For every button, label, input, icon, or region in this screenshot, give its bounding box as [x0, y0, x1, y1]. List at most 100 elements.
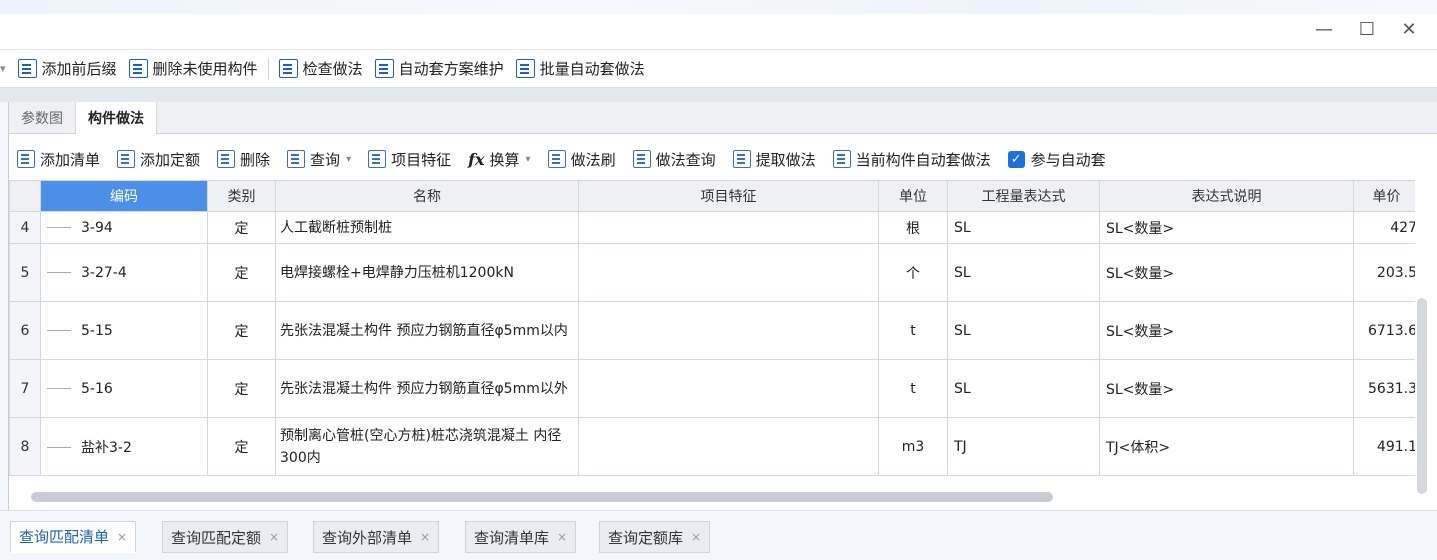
chevron-down-icon[interactable]: ▾: [346, 154, 351, 165]
add-list-button[interactable]: 添加清单: [9, 145, 109, 173]
close-icon[interactable]: ×: [117, 530, 127, 544]
expr-cell[interactable]: SL: [947, 211, 1100, 244]
close-icon[interactable]: ×: [557, 530, 567, 544]
auto-participate-checkbox[interactable]: ✓ 参与自动套: [1000, 145, 1115, 173]
tab-param-diagram[interactable]: 参数图: [9, 102, 76, 134]
header-desc[interactable]: 表达式说明: [1099, 180, 1354, 212]
delete-button[interactable]: 删除: [209, 145, 279, 173]
feature-cell[interactable]: [578, 359, 879, 418]
current-auto-method-label: 当前构件自动套做法: [855, 150, 991, 169]
tab-query-quota-library[interactable]: 查询定额库 ×: [599, 521, 711, 553]
expr-cell[interactable]: SL: [947, 359, 1100, 418]
desc-cell[interactable]: SL<数量>: [1099, 359, 1354, 418]
query-button[interactable]: 查询 ▾: [279, 145, 360, 173]
batch-auto-method-button[interactable]: 批量自动套做法: [510, 54, 651, 84]
minimize-button[interactable]: —: [1313, 18, 1335, 40]
name-cell[interactable]: 预制离心管桩(空心方桩)桩芯浇筑混凝土 内径300内: [275, 417, 579, 476]
code-cell[interactable]: 5-16: [40, 359, 208, 418]
header-name[interactable]: 名称: [275, 180, 579, 212]
header-feature[interactable]: 项目特征: [578, 180, 879, 212]
code-cell[interactable]: 3-94: [40, 211, 208, 244]
name-cell[interactable]: 先张法混凝土构件 预应力钢筋直径φ5mm以内: [275, 301, 579, 360]
header-expr[interactable]: 工程量表达式: [947, 180, 1100, 212]
method-brush-button[interactable]: 做法刷: [540, 145, 625, 173]
type-cell[interactable]: 定: [207, 243, 276, 302]
expr-cell[interactable]: SL: [947, 301, 1100, 360]
header-price[interactable]: 单价: [1353, 180, 1415, 212]
close-icon[interactable]: ×: [269, 530, 279, 544]
tab-query-match-quota[interactable]: 查询匹配定额 ×: [162, 521, 289, 553]
table-row[interactable]: 8 盐补3-2 定 预制离心管桩(空心方桩)桩芯浇筑混凝土 内径300内 m3 …: [9, 417, 1415, 476]
unit-cell[interactable]: m3: [878, 417, 948, 476]
title-bar: — ☐ ✕: [0, 0, 1437, 50]
unit-cell[interactable]: t: [878, 359, 948, 418]
vertical-scrollbar[interactable]: [1417, 298, 1427, 494]
maximize-button[interactable]: ☐: [1356, 18, 1378, 40]
delete-unused-button[interactable]: 删除未使用构件: [123, 54, 264, 84]
type-cell[interactable]: 定: [207, 211, 276, 244]
unit-cell[interactable]: t: [878, 301, 948, 360]
table-row[interactable]: 5 3-27-4 定 电焊接螺栓+电焊静力压桩机1200kN 个 SL SL<数…: [9, 243, 1415, 302]
code-cell[interactable]: 3-27-4: [40, 243, 208, 302]
code-cell[interactable]: 5-15: [40, 301, 208, 360]
project-feature-button[interactable]: 项目特征: [360, 145, 460, 173]
desc-cell[interactable]: SL<数量>: [1099, 211, 1354, 244]
unit-cell[interactable]: 根: [878, 211, 948, 244]
expr-cell[interactable]: SL: [947, 243, 1100, 302]
header-code[interactable]: 编码: [40, 180, 208, 212]
chevron-down-icon[interactable]: ▾: [526, 154, 531, 165]
tab-query-list-library-label: 查询清单库: [474, 528, 550, 547]
feature-cell[interactable]: [578, 417, 879, 476]
close-window-button[interactable]: ✕: [1398, 18, 1420, 40]
price-cell[interactable]: 6713.6: [1353, 301, 1415, 360]
tab-query-list-library[interactable]: 查询清单库 ×: [465, 521, 577, 553]
extract-icon: [732, 150, 751, 168]
table-row[interactable]: 6 5-15 定 先张法混凝土构件 预应力钢筋直径φ5mm以内 t SL SL<…: [9, 301, 1415, 360]
code-value: 3-94: [81, 219, 113, 236]
type-cell[interactable]: 定: [207, 359, 276, 418]
add-prefix-suffix-button[interactable]: 添加前后缀: [12, 54, 123, 84]
tab-query-match-list[interactable]: 查询匹配清单 ×: [10, 521, 137, 553]
expr-cell[interactable]: TJ: [947, 417, 1100, 476]
code-cell[interactable]: 盐补3-2: [40, 417, 208, 476]
checkbox-checked-icon[interactable]: ✓: [1007, 150, 1025, 168]
extract-method-button[interactable]: 提取做法: [725, 145, 825, 173]
feature-cell[interactable]: [578, 243, 879, 302]
toolbar-overflow-caret[interactable]: ▾: [0, 62, 12, 75]
method-query-icon: [632, 150, 651, 168]
table-row[interactable]: 7 5-16 定 先张法混凝土构件 预应力钢筋直径φ5mm以外 t SL SL<…: [9, 359, 1415, 418]
price-cell[interactable]: 5631.3: [1353, 359, 1415, 418]
current-auto-method-button[interactable]: 当前构件自动套做法: [825, 145, 1000, 173]
feature-cell[interactable]: [578, 301, 879, 360]
tab-component-method[interactable]: 构件做法: [76, 102, 157, 134]
tree-line: [47, 447, 71, 448]
desc-cell[interactable]: TJ<体积>: [1099, 417, 1354, 476]
type-cell[interactable]: 定: [207, 417, 276, 476]
price-cell[interactable]: 491.1: [1353, 417, 1415, 476]
auto-scheme-maintain-button[interactable]: 自动套方案维护: [369, 54, 510, 84]
feature-cell[interactable]: [578, 211, 879, 244]
check-method-button[interactable]: 检查做法: [273, 54, 369, 84]
desc-cell[interactable]: SL<数量>: [1099, 243, 1354, 302]
name-cell[interactable]: 先张法混凝土构件 预应力钢筋直径φ5mm以外: [275, 359, 579, 418]
desc-cell[interactable]: SL<数量>: [1099, 301, 1354, 360]
tab-query-external-list[interactable]: 查询外部清单 ×: [313, 521, 440, 553]
header-unit[interactable]: 单位: [878, 180, 948, 212]
close-icon[interactable]: ×: [691, 530, 701, 544]
conversion-button[interactable]: fx 换算 ▾: [460, 145, 539, 173]
header-type[interactable]: 类别: [207, 180, 276, 212]
name-cell[interactable]: 人工截断桩预制桩: [275, 211, 579, 244]
unit-cell[interactable]: 个: [878, 243, 948, 302]
table-row[interactable]: 4 3-94 定 人工截断桩预制桩 根 SL SL<数量> 427: [9, 211, 1415, 244]
price-cell[interactable]: 203.5: [1353, 243, 1415, 302]
horizontal-scrollbar[interactable]: [31, 492, 1053, 502]
code-value: 5-15: [81, 322, 113, 339]
main-toolbar: ▾ 添加前后缀 删除未使用构件 检查做法 自动套方案维护 批量自动套做法: [0, 50, 1437, 88]
name-cell[interactable]: 电焊接螺栓+电焊静力压桩机1200kN: [275, 243, 579, 302]
price-cell[interactable]: 427: [1353, 211, 1415, 244]
add-quota-button[interactable]: 添加定额: [109, 145, 209, 173]
method-query-button[interactable]: 做法查询: [625, 145, 725, 173]
type-cell[interactable]: 定: [207, 301, 276, 360]
close-icon[interactable]: ×: [420, 530, 430, 544]
method-brush-label: 做法刷: [570, 150, 616, 169]
